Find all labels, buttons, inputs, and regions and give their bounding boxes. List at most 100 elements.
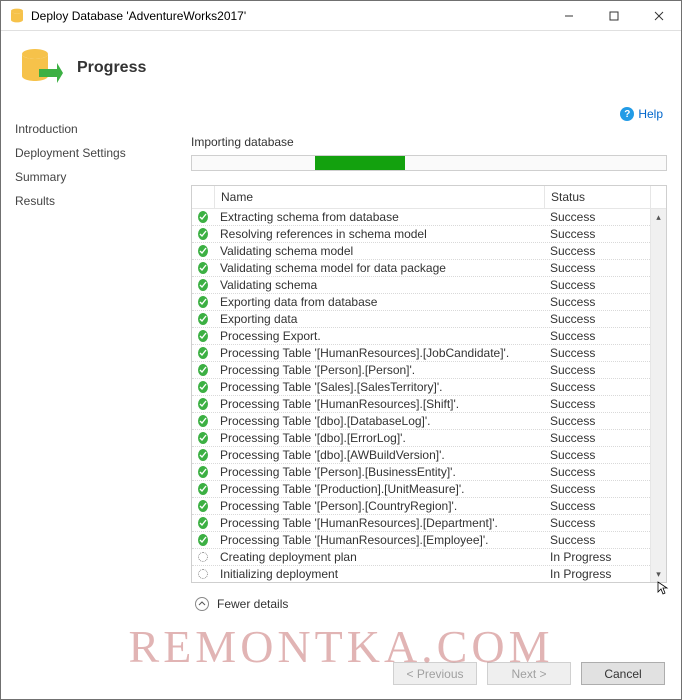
row-status-icon xyxy=(192,449,214,461)
grid-body: Extracting schema from databaseSuccessRe… xyxy=(192,209,666,582)
sidebar-item-results[interactable]: Results xyxy=(15,189,191,213)
row-status-icon xyxy=(192,500,214,512)
row-status: Success xyxy=(544,516,650,530)
row-name: Processing Table '[Sales].[SalesTerritor… xyxy=(214,380,544,394)
row-name: Processing Table '[HumanResources].[Empl… xyxy=(214,533,544,547)
page-title: Progress xyxy=(77,59,146,77)
table-row[interactable]: Exporting data from databaseSuccess xyxy=(192,294,650,311)
success-icon xyxy=(198,279,208,291)
row-status: Success xyxy=(544,414,650,428)
table-row[interactable]: Creating deployment planIn Progress xyxy=(192,549,650,566)
row-name: Exporting data xyxy=(214,312,544,326)
success-icon xyxy=(198,483,208,495)
next-button: Next > xyxy=(487,662,571,685)
table-row[interactable]: Extracting schema from databaseSuccess xyxy=(192,209,650,226)
row-status: Success xyxy=(544,363,650,377)
minimize-button[interactable] xyxy=(546,1,591,30)
row-name: Processing Table '[HumanResources].[Shif… xyxy=(214,397,544,411)
progress-fill xyxy=(315,156,405,170)
row-name: Processing Table '[HumanResources].[Depa… xyxy=(214,516,544,530)
row-status-icon xyxy=(192,364,214,376)
row-status: Success xyxy=(544,329,650,343)
row-name: Exporting data from database xyxy=(214,295,544,309)
maximize-button[interactable] xyxy=(591,1,636,30)
row-status-icon xyxy=(192,211,214,223)
table-row[interactable]: Processing Table '[Person].[Person]'.Suc… xyxy=(192,362,650,379)
window-title: Deploy Database 'AdventureWorks2017' xyxy=(31,9,546,23)
table-row[interactable]: Processing Table '[Person].[BusinessEnti… xyxy=(192,464,650,481)
row-name: Processing Table '[dbo].[DatabaseLog]'. xyxy=(214,414,544,428)
table-row[interactable]: Processing Table '[HumanResources].[Empl… xyxy=(192,532,650,549)
table-row[interactable]: Processing Table '[dbo].[AWBuildVersion]… xyxy=(192,447,650,464)
row-status-icon xyxy=(192,466,214,478)
sidebar-item-deployment-settings[interactable]: Deployment Settings xyxy=(15,141,191,165)
table-row[interactable]: Processing Table '[HumanResources].[Shif… xyxy=(192,396,650,413)
table-row[interactable]: Processing Export.Success xyxy=(192,328,650,345)
success-icon xyxy=(198,432,208,444)
help-icon: ? xyxy=(620,107,634,121)
close-button[interactable] xyxy=(636,1,681,30)
row-status: In Progress xyxy=(544,550,650,564)
titlebar: Deploy Database 'AdventureWorks2017' xyxy=(1,1,681,31)
row-status: Success xyxy=(544,397,650,411)
grid-header-status[interactable]: Status xyxy=(544,186,650,208)
table-row[interactable]: Processing Table '[HumanResources].[JobC… xyxy=(192,345,650,362)
row-status: Success xyxy=(544,380,650,394)
table-row[interactable]: Processing Table '[dbo].[ErrorLog]'.Succ… xyxy=(192,430,650,447)
grid-header-name[interactable]: Name xyxy=(214,186,544,208)
row-status: Success xyxy=(544,278,650,292)
grid-header-scroll xyxy=(650,186,666,208)
success-icon xyxy=(198,381,208,393)
table-row[interactable]: Validating schema modelSuccess xyxy=(192,243,650,260)
table-row[interactable]: Validating schemaSuccess xyxy=(192,277,650,294)
details-toggle-label: Fewer details xyxy=(217,597,288,611)
row-status: In Progress xyxy=(544,567,650,581)
vertical-scrollbar[interactable]: ▴ ▾ xyxy=(650,209,666,582)
row-status: Success xyxy=(544,210,650,224)
success-icon xyxy=(198,313,208,325)
row-status: Success xyxy=(544,312,650,326)
success-icon xyxy=(198,211,208,223)
success-icon xyxy=(198,466,208,478)
previous-button: < Previous xyxy=(393,662,477,685)
row-status-icon xyxy=(192,330,214,342)
row-status-icon xyxy=(192,398,214,410)
cancel-button[interactable]: Cancel xyxy=(581,662,665,685)
sidebar: Introduction Deployment Settings Summary… xyxy=(15,111,191,648)
row-status: Success xyxy=(544,346,650,360)
scroll-up-icon[interactable]: ▴ xyxy=(651,209,666,225)
help-label: Help xyxy=(638,107,663,121)
row-status-icon xyxy=(192,296,214,308)
row-status: Success xyxy=(544,244,650,258)
table-row[interactable]: Processing Table '[Person].[CountryRegio… xyxy=(192,498,650,515)
chevron-up-icon xyxy=(195,597,209,611)
table-row[interactable]: Exporting dataSuccess xyxy=(192,311,650,328)
in-progress-icon xyxy=(198,569,208,579)
button-row: < Previous Next > Cancel xyxy=(1,648,681,699)
row-name: Creating deployment plan xyxy=(214,550,544,564)
success-icon xyxy=(198,534,208,546)
row-name: Processing Export. xyxy=(214,329,544,343)
help-link[interactable]: ? Help xyxy=(620,107,663,121)
grid-header-icon[interactable] xyxy=(192,186,214,208)
row-status: Success xyxy=(544,261,650,275)
in-progress-icon xyxy=(198,552,208,562)
row-name: Processing Table '[Production].[UnitMeas… xyxy=(214,482,544,496)
row-name: Extracting schema from database xyxy=(214,210,544,224)
row-status: Success xyxy=(544,227,650,241)
details-toggle[interactable]: Fewer details xyxy=(191,583,667,611)
table-row[interactable]: Processing Table '[Sales].[SalesTerritor… xyxy=(192,379,650,396)
table-row[interactable]: Processing Table '[HumanResources].[Depa… xyxy=(192,515,650,532)
sidebar-item-summary[interactable]: Summary xyxy=(15,165,191,189)
deploy-database-icon xyxy=(17,45,63,91)
table-row[interactable]: Validating schema model for data package… xyxy=(192,260,650,277)
row-status: Success xyxy=(544,499,650,513)
table-row[interactable]: Processing Table '[Production].[UnitMeas… xyxy=(192,481,650,498)
table-row[interactable]: Resolving references in schema modelSucc… xyxy=(192,226,650,243)
table-row[interactable]: Initializing deploymentIn Progress xyxy=(192,566,650,582)
success-icon xyxy=(198,415,208,427)
table-row[interactable]: Processing Table '[dbo].[DatabaseLog]'.S… xyxy=(192,413,650,430)
sidebar-item-introduction[interactable]: Introduction xyxy=(15,117,191,141)
scroll-down-icon[interactable]: ▾ xyxy=(651,566,666,582)
row-status-icon xyxy=(192,552,214,562)
